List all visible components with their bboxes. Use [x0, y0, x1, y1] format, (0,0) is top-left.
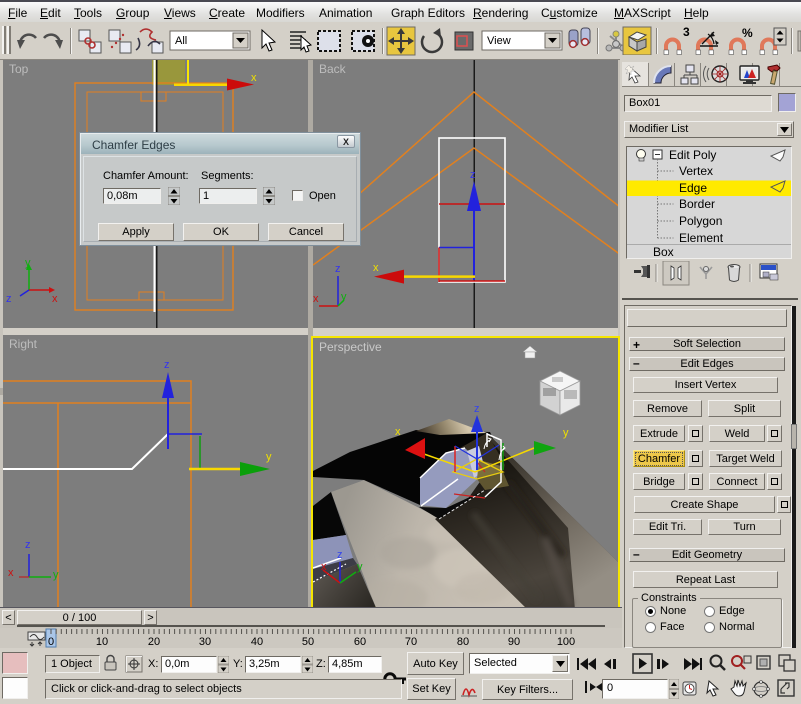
svg-text:x: x [251, 72, 257, 84]
svg-text:All: All [175, 35, 187, 47]
svg-text:x: x [313, 293, 319, 305]
svg-text:0: 0 [48, 636, 54, 648]
svg-text:x: x [8, 567, 14, 579]
svg-text:Box: Box [653, 245, 674, 258]
svg-text:Border: Border [679, 197, 715, 211]
svg-text:View: View [487, 35, 511, 47]
svg-text:z: z [337, 549, 343, 561]
svg-text:z: z [164, 359, 170, 371]
svg-text:z: z [25, 539, 31, 551]
svg-text:z: z [6, 293, 12, 305]
svg-text:20: 20 [148, 636, 160, 648]
svg-text:90: 90 [508, 636, 520, 648]
svg-text:3: 3 [683, 25, 690, 39]
svg-text:z: z [335, 263, 341, 275]
svg-text:y: y [53, 569, 59, 581]
svg-text:x: x [321, 561, 327, 573]
svg-text:x: x [395, 426, 401, 438]
svg-text:Edit Poly: Edit Poly [669, 148, 716, 162]
svg-text:50: 50 [302, 636, 314, 648]
svg-text:60: 60 [354, 636, 366, 648]
svg-text:y: y [357, 561, 363, 573]
svg-text:30: 30 [199, 636, 211, 648]
svg-text:Edge: Edge [679, 181, 707, 195]
svg-text:Vertex: Vertex [679, 164, 713, 178]
svg-text:100: 100 [557, 636, 575, 648]
svg-text:y: y [563, 427, 569, 439]
svg-text:y: y [266, 451, 272, 463]
svg-text:x: x [373, 262, 379, 274]
svg-text:70: 70 [405, 636, 417, 648]
svg-text:80: 80 [457, 636, 469, 648]
svg-text:Element: Element [679, 231, 724, 245]
svg-text:%: % [742, 26, 753, 40]
svg-text:Polygon: Polygon [679, 214, 722, 228]
svg-text:x: x [52, 293, 58, 305]
svg-text:z: z [470, 169, 476, 181]
svg-text:y: y [25, 257, 31, 269]
svg-text:y: y [341, 291, 347, 303]
svg-text:10: 10 [96, 636, 108, 648]
svg-text:z: z [474, 403, 480, 415]
svg-text:40: 40 [251, 636, 263, 648]
